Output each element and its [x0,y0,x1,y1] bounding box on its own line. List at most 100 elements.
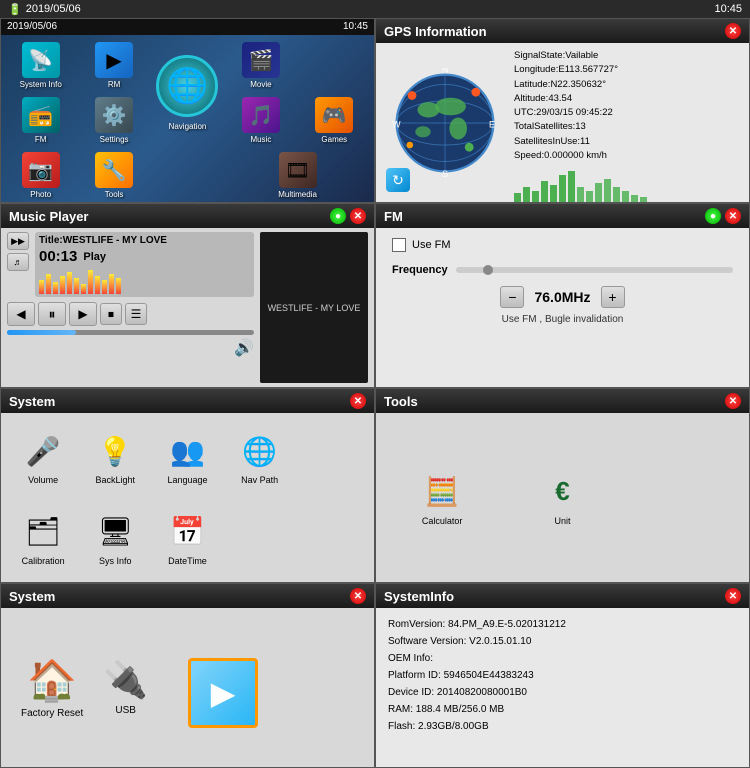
pause-button[interactable]: ⏸ [38,302,66,326]
music-progress-bar[interactable] [7,330,254,335]
system-item-language[interactable]: 👥 Language [153,419,221,496]
music-song-title: Title:WESTLIFE - MY LOVE [39,235,250,246]
list-button[interactable]: ☰ [125,303,147,325]
top-date: 2019/05/06 [26,3,81,15]
fm-use-checkbox[interactable] [392,238,406,252]
music-content: ▶▶ ♬ Title:WESTLIFE - MY LOVE 00:13 Play [1,228,374,387]
music-progress-fill [7,330,76,335]
system-close-button[interactable]: ✕ [350,393,366,409]
fm-use-label: Use FM [412,239,451,251]
sysinfo-ram: RAM: 188.4 MB/256.0 MB [388,701,737,718]
bottom-system-close-button[interactable]: ✕ [350,588,366,604]
system-item-navpath[interactable]: 🌐 Nav Path [226,419,294,496]
fm-mhz-value: 76.0MHz [534,289,590,305]
music-side-btn-1[interactable]: ▶▶ [7,232,29,250]
music-header: Music Player ● ✕ [1,204,374,228]
fm-frequency-label: Frequency [392,264,448,276]
fm-green-button[interactable]: ● [705,208,721,224]
language-label: Language [167,475,207,485]
app-tile-sysinfo[interactable]: 📡 System Info [6,40,75,91]
app-tile-rm[interactable]: ▶ RM [79,40,148,91]
music-side-btn-2[interactable]: ♬ [7,253,29,271]
sysinfo-platform: Platform ID: 5946504E44383243 [388,667,737,684]
fm-minus-button[interactable]: − [500,286,524,308]
gps-longitude: Longitude:E113.567727° [514,63,745,77]
fm-frequency-slider[interactable] [456,267,733,273]
top-time: 10:45 [714,3,742,15]
app-label-photo: Photo [30,190,51,199]
stop-button[interactable]: ⏹ [100,303,122,325]
system-item-calibration[interactable]: 🗂 Calibration [9,500,77,577]
music-side-controls: ▶▶ ♬ [7,232,29,297]
navpath-icon: 🌐 [238,429,282,473]
gps-globe-area: N S W E ↻ [380,47,510,198]
fm-header-btns: ● ✕ [705,208,741,224]
factory-reset-item[interactable]: 🏠 Factory Reset [21,657,83,719]
system-item-backlight[interactable]: 💡 BackLight [81,419,149,496]
sysinfo-device: Device ID: 20140820080001B0 [388,684,737,701]
sysinfo-title: SystemInfo [384,589,454,604]
usb-item[interactable]: 🔌 USB [103,659,148,716]
tools-header: Tools ✕ [376,389,749,413]
factory-reset-icon: 🏠 [27,657,77,704]
app-tile-fm[interactable]: 📻 FM [6,95,75,146]
gps-panel: GPS Information ✕ [375,18,750,203]
calibration-label: Calibration [22,556,65,566]
app-grid-panel: 2019/05/06 10:45 📡 System Info ▶ RM 🌐 Na… [0,18,375,203]
system-item-sysinfo[interactable]: 🖥 Sys Info [81,500,149,577]
app-top-status: 2019/05/06 10:45 [1,19,374,35]
gps-info-text: SignalState:Vailable Longitude:E113.5677… [514,47,745,198]
sysinfo-oem: OEM Info: [388,650,737,667]
tools-item-unit[interactable]: € Unit [504,419,620,576]
tools-item-calculator[interactable]: 🧮 Calculator [384,419,500,576]
fm-content: Use FM Frequency − 76.0MHz + Use FM , Bu… [376,228,749,387]
app-tile-multimedia[interactable]: 🎞 Multimedia [226,150,369,201]
gps-signal-bars [514,167,745,203]
app-tile-navigation[interactable]: 🌐 Navigation [153,40,222,146]
app-label-tools: Tools [105,190,124,199]
battery-icon: 🔋 [8,3,22,16]
top-status-bar: 🔋 2019/05/06 10:45 [0,0,750,18]
language-icon: 👥 [165,429,209,473]
fm-close-button[interactable]: ✕ [725,208,741,224]
app-tile-tools[interactable]: 🔧 Tools [79,150,148,201]
datetime-label: DateTime [168,556,207,566]
sysinfo-icon: 🖥 [93,510,137,554]
app-tile-movie[interactable]: 🎬 Movie [226,40,295,91]
fm-panel: FM ● ✕ Use FM Frequency − 76.0MHz + [375,203,750,388]
system-item-volume[interactable]: 🎤 Volume [9,419,77,496]
music-close-button[interactable]: ✕ [350,208,366,224]
app-tile-settings[interactable]: ⚙️ Settings [79,95,148,146]
volume-label: Volume [28,475,58,485]
svg-text:S: S [442,168,448,177]
music-info-box: Title:WESTLIFE - MY LOVE 00:13 Play [35,232,254,297]
calibration-icon: 🗂 [21,510,65,554]
play-big-button[interactable]: ▶ [188,658,258,728]
app-label-movie: Movie [250,80,271,89]
music-eq-bars [39,268,250,294]
tools-close-button[interactable]: ✕ [725,393,741,409]
gps-close-button[interactable]: ✕ [725,23,741,39]
music-green-button[interactable]: ● [330,208,346,224]
svg-text:E: E [489,119,495,129]
app-tile-games[interactable]: 🎮 Games [300,95,369,146]
app-label-settings: Settings [100,135,129,144]
system-item-datetime[interactable]: 📅 DateTime [153,500,221,577]
prev-button[interactable]: ◀ [7,302,35,326]
app-status-date: 2019/05/06 [7,21,57,33]
music-time-play-row: 00:13 Play [39,248,250,265]
gps-altitude: Altitude:43.54 [514,92,745,106]
gps-latitude: Latitude:N22.350632° [514,78,745,92]
gps-refresh-button[interactable]: ↻ [386,168,410,192]
app-tile-photo[interactable]: 📷 Photo [6,150,75,201]
fm-plus-button[interactable]: + [601,286,625,308]
play-big-area: ▶ [188,658,258,728]
calculator-icon: 🧮 [420,470,464,514]
app-tile-music[interactable]: 🎵 Music [226,95,295,146]
next-button[interactable]: ▶ [69,302,97,326]
sysinfo-close-button[interactable]: ✕ [725,588,741,604]
sysinfo-content: RomVersion: 84.PM_A9.E-5.020131212 Softw… [376,608,749,743]
music-album-art: WESTLIFE - MY LOVE [260,232,368,383]
backlight-icon: 💡 [93,429,137,473]
gps-globe-svg: N S W E [390,68,500,178]
